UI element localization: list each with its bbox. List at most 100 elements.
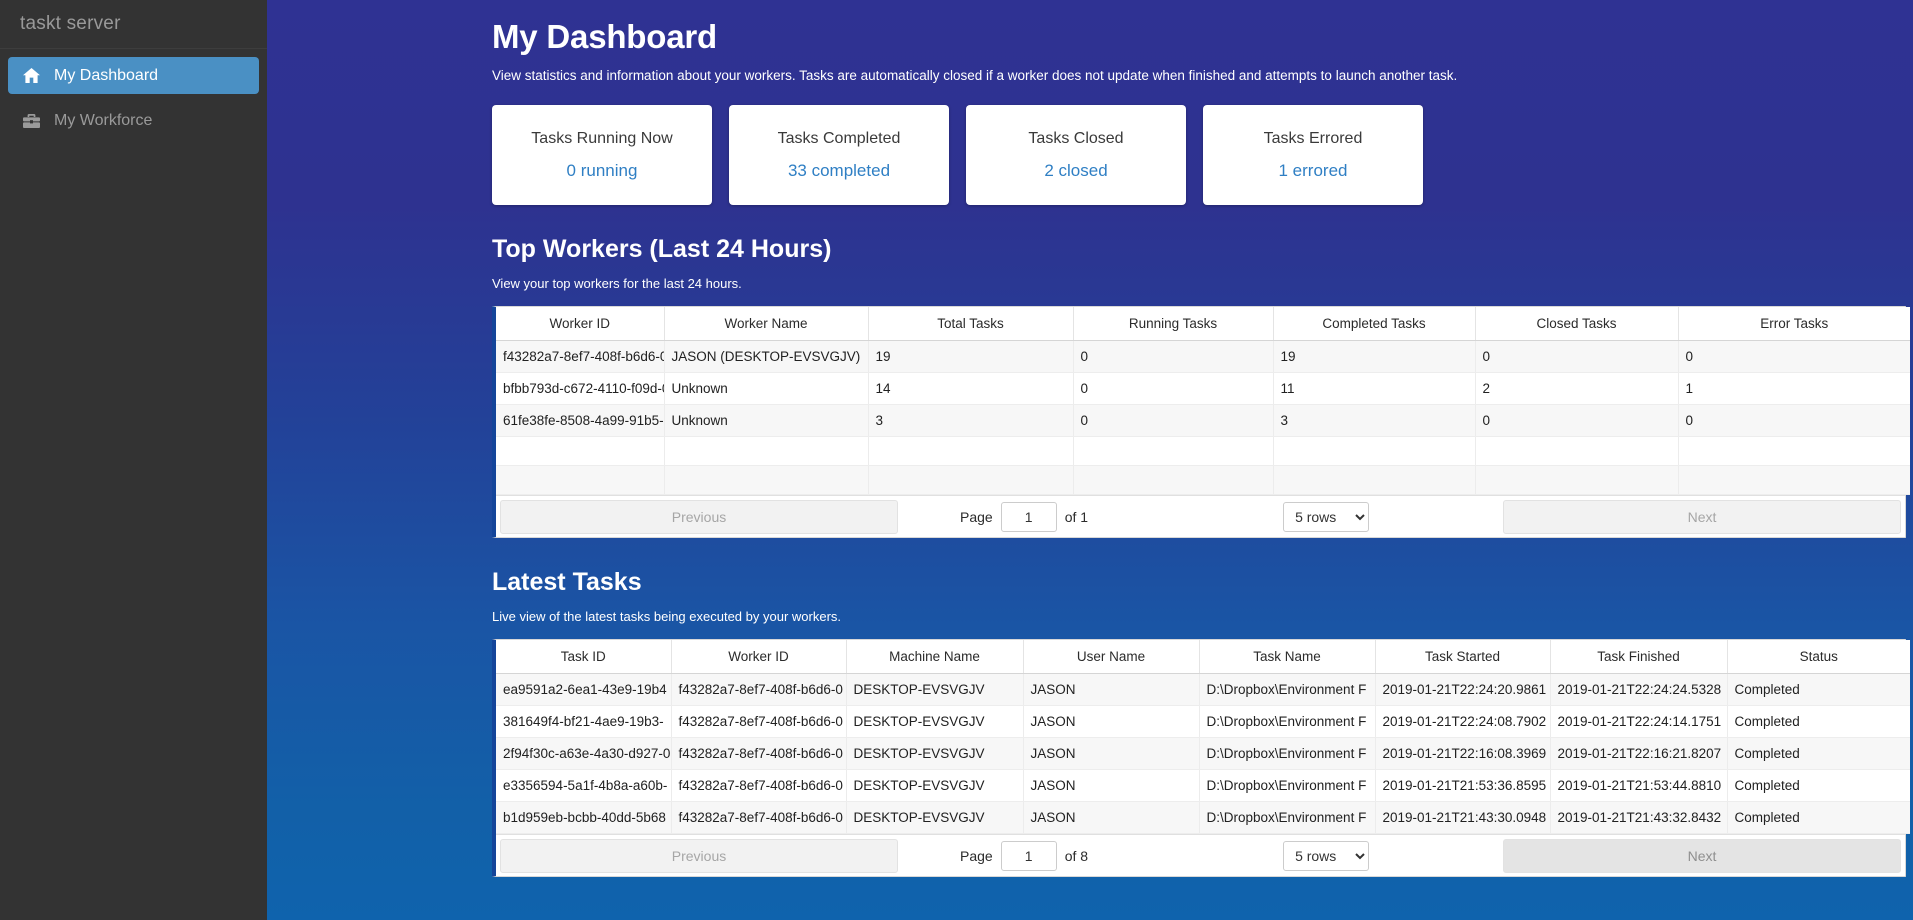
table-cell: DESKTOP-EVSVGJV	[846, 705, 1024, 738]
column-header: Closed Tasks	[1475, 307, 1679, 341]
table-cell: 1	[1678, 372, 1910, 405]
sidebar-item-label: My Dashboard	[54, 66, 159, 84]
table-cell: f43282a7-8ef7-408f-b6d6-0	[671, 737, 847, 770]
previous-page-button[interactable]: Previous	[500, 838, 898, 873]
stat-card-tasks-completed[interactable]: Tasks Completed 33 completed	[729, 105, 949, 205]
stat-card-tasks-running-now[interactable]: Tasks Running Now 0 running	[492, 105, 712, 205]
table-row[interactable]: f43282a7-8ef7-408f-b6d6-08d6JASON (DESKT…	[496, 340, 1910, 373]
rows-per-page-select[interactable]: 5 rows10 rows25 rows50 rows	[1283, 840, 1370, 871]
home-icon	[22, 68, 41, 83]
table-cell: D:\Dropbox\Environment F	[1199, 769, 1376, 802]
top-workers-table-container: Worker ID Worker Name Total Tasks Running T…	[492, 306, 1910, 538]
table-cell: Completed	[1727, 737, 1910, 770]
table-cell	[1475, 436, 1679, 466]
app-brand-title: taskt server	[0, 0, 267, 49]
sidebar-item-my-dashboard[interactable]: My Dashboard	[8, 57, 259, 94]
table-cell	[868, 465, 1074, 495]
table-cell: 61fe38fe-8508-4a99-91b5-08d	[496, 404, 665, 437]
table-cell: 0	[1073, 404, 1274, 437]
sidebar-item-label: My Workforce	[54, 111, 153, 129]
table-cell: 3	[868, 404, 1074, 437]
stat-card-label: Tasks Closed	[1028, 129, 1124, 147]
sidebar-nav: My Dashboard My Workforce	[0, 49, 267, 147]
sidebar-item-my-workforce[interactable]: My Workforce	[8, 102, 259, 139]
table-cell: 2019-01-21T22:24:08.7902	[1375, 705, 1551, 738]
table-cell: f43282a7-8ef7-408f-b6d6-0	[671, 769, 847, 802]
column-header: Worker ID	[671, 640, 847, 674]
table-cell	[1273, 436, 1476, 466]
table-cell	[1073, 436, 1274, 466]
latest-tasks-title: Latest Tasks	[492, 568, 642, 596]
table-row[interactable]	[496, 436, 1910, 466]
table-row[interactable]	[496, 465, 1910, 495]
column-header: Worker Name	[664, 307, 869, 341]
total-pages-label: of 1	[1064, 508, 1089, 525]
page-title: My Dashboard	[492, 18, 717, 55]
column-header: Running Tasks	[1073, 307, 1274, 341]
table-cell	[496, 436, 665, 466]
table-cell	[1273, 465, 1476, 495]
table-header-row: Task ID Worker ID Machine Name User Name Tas…	[496, 640, 1910, 674]
page-number-input[interactable]	[1000, 501, 1057, 532]
stat-card-tasks-errored[interactable]: Tasks Errored 1 errored	[1203, 105, 1423, 205]
top-workers-table: Worker ID Worker Name Total Tasks Running T…	[496, 307, 1910, 495]
table-row[interactable]: ea9591a2-6ea1-43e9-19b4 f43282a7-8ef7-408…	[496, 673, 1910, 706]
page-controls: Page of 8	[960, 840, 1089, 871]
table-cell: e3356594-5a1f-4b8a-a60b-	[496, 769, 672, 802]
next-page-button[interactable]: Next	[1503, 499, 1901, 534]
table-cell: bfbb793d-c672-4110-f09d-08d	[496, 372, 665, 405]
table-cell: 19	[1273, 340, 1476, 373]
table-cell: 2019-01-21T22:16:21.8207	[1550, 737, 1728, 770]
table-row[interactable]: 381649f4-bf21-4ae9-19b3- f43282a7-8ef7-40…	[496, 705, 1910, 738]
table-row[interactable]: e3356594-5a1f-4b8a-a60b-f43282a7-8ef7-40…	[496, 769, 1910, 802]
top-workers-title: Top Workers (Last 24 Hours)	[492, 235, 832, 263]
next-page-button[interactable]: Next	[1503, 838, 1901, 873]
table-cell: Completed	[1727, 705, 1910, 738]
page-number-input[interactable]	[1000, 840, 1057, 871]
latest-tasks-pager: Previous Page of 8 5 rows10 rows25 rows5…	[496, 834, 1905, 876]
table-cell: Completed	[1727, 801, 1910, 834]
stat-card-label: Tasks Completed	[777, 129, 901, 147]
column-header: Error Tasks	[1678, 307, 1910, 341]
column-header: Task Started	[1375, 640, 1551, 674]
table-cell: JASON	[1023, 769, 1200, 802]
table-row[interactable]: b1d959eb-bcbb-40dd-5b68 f43282a7-8ef7-408…	[496, 801, 1910, 834]
column-header: Completed Tasks	[1273, 307, 1476, 341]
table-cell	[868, 436, 1074, 466]
table-row[interactable]: 61fe38fe-8508-4a99-91b5-08dUnknown30300	[496, 404, 1910, 437]
table-cell	[496, 465, 665, 495]
table-cell: Completed	[1727, 769, 1910, 802]
stat-card-value: 33 completed	[787, 160, 891, 180]
table-cell: 2019-01-21T22:24:24.5328	[1550, 673, 1728, 706]
table-cell: 2f94f30c-a63e-4a30-d927-0	[496, 737, 672, 770]
table-cell: 0	[1678, 404, 1910, 437]
table-cell: 2019-01-21T21:53:36.8595	[1375, 769, 1551, 802]
rows-per-page-select[interactable]: 5 rows10 rows25 rows50 rows	[1283, 501, 1370, 532]
stat-card-value: 1 errored	[1278, 160, 1348, 180]
top-workers-subtitle: View your top workers for the last 24 ho…	[492, 276, 742, 291]
stat-card-label: Tasks Running Now	[531, 129, 673, 147]
table-cell: D:\Dropbox\Environment F	[1199, 705, 1376, 738]
table-cell: D:\Dropbox\Environment F	[1199, 801, 1376, 834]
page-label: Page	[960, 508, 993, 525]
table-cell: 11	[1273, 372, 1476, 405]
total-pages-label: of 8	[1064, 847, 1089, 864]
stat-card-label: Tasks Errored	[1263, 129, 1363, 147]
table-cell: JASON	[1023, 673, 1200, 706]
table-cell: f43282a7-8ef7-408f-b6d6-0	[671, 673, 847, 706]
stat-card-tasks-closed[interactable]: Tasks Closed 2 closed	[966, 105, 1186, 205]
table-cell: 2019-01-21T22:16:08.3969	[1375, 737, 1551, 770]
table-cell: 2019-01-21T22:24:20.9861	[1375, 673, 1551, 706]
top-workers-pager: Previous Page of 1 5 rows10 rows25 rows5…	[496, 495, 1905, 537]
previous-page-button[interactable]: Previous	[500, 499, 898, 534]
table-cell: Completed	[1727, 673, 1910, 706]
table-cell: 0	[1073, 372, 1274, 405]
table-cell	[664, 436, 869, 466]
stat-card-value: 0 running	[566, 160, 638, 180]
table-cell	[664, 465, 869, 495]
table-cell: 2019-01-21T21:43:32.8432	[1550, 801, 1728, 834]
table-cell: JASON	[1023, 705, 1200, 738]
table-cell: DESKTOP-EVSVGJV	[846, 769, 1024, 802]
table-row[interactable]: bfbb793d-c672-4110-f09d-08dUnknown140112…	[496, 372, 1910, 405]
table-row[interactable]: 2f94f30c-a63e-4a30-d927-0 f43282a7-8ef7-4…	[496, 737, 1910, 770]
